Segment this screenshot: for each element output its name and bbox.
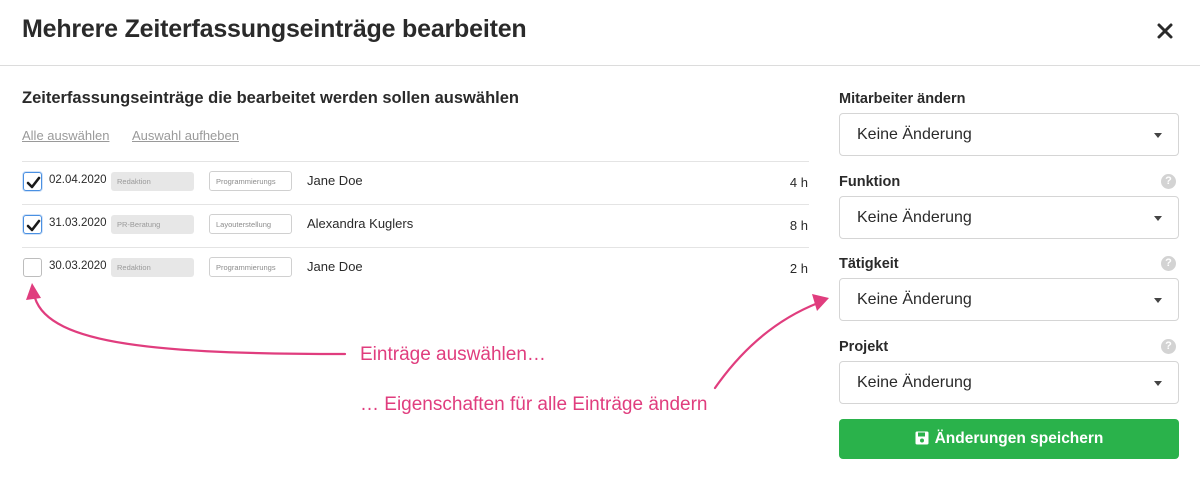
activity-select[interactable]: Keine Änderung — [839, 278, 1179, 321]
caret-down-icon — [1154, 133, 1162, 138]
save-changes-button[interactable]: Änderungen speichern — [839, 419, 1179, 459]
entry-checkbox[interactable] — [23, 258, 42, 277]
entry-checkbox[interactable] — [23, 215, 42, 234]
entry-name: Jane Doe — [307, 173, 363, 188]
entry-tag: PR-Beratung — [111, 215, 194, 234]
help-icon[interactable]: ? — [1161, 256, 1176, 271]
entry-checkbox[interactable] — [23, 172, 42, 191]
project-select-value: Keine Änderung — [857, 374, 972, 391]
help-icon[interactable]: ? — [1161, 174, 1176, 189]
checkmark-icon — [26, 176, 41, 189]
entry-tag: Redaktion — [111, 172, 194, 191]
help-icon[interactable]: ? — [1161, 339, 1176, 354]
employee-select-value: Keine Änderung — [857, 126, 972, 143]
save-button-label: Änderungen speichern — [934, 430, 1104, 447]
entries-heading: Zeiterfassungseinträge die bearbeitet we… — [22, 89, 519, 107]
entry-task: Programmierungs — [209, 257, 292, 277]
entry-row[interactable]: 02.04.2020 Redaktion Programmierungs Jan… — [22, 162, 809, 205]
checkmark-icon — [26, 219, 41, 232]
entry-task: Programmierungs — [209, 171, 292, 191]
entries-list: 02.04.2020 Redaktion Programmierungs Jan… — [22, 161, 809, 291]
entry-date: 30.03.2020 — [49, 260, 107, 272]
employee-label: Mitarbeiter ändern — [839, 91, 966, 107]
entry-tag: Redaktion — [111, 258, 194, 277]
activity-label: Tätigkeit — [839, 256, 899, 272]
entry-hours: 2 h — [789, 261, 808, 276]
entry-name: Alexandra Kuglers — [307, 216, 414, 231]
entry-hours: 4 h — [789, 175, 808, 190]
entry-task: Layouterstellung — [209, 214, 292, 234]
entry-date: 31.03.2020 — [49, 217, 107, 229]
dialog-header: Mehrere Zeiterfassungseinträge bearbeite… — [0, 0, 1200, 66]
function-select-value: Keine Änderung — [857, 209, 972, 226]
entry-hours: 8 h — [789, 218, 808, 233]
employee-select[interactable]: Keine Änderung — [839, 113, 1179, 156]
deselect-all-link[interactable]: Auswahl aufheben — [132, 128, 239, 143]
floppy-disk-icon — [915, 431, 929, 445]
activity-select-value: Keine Änderung — [857, 291, 972, 308]
dialog-title: Mehrere Zeiterfassungseinträge bearbeite… — [22, 15, 527, 43]
entry-date: 02.04.2020 — [49, 174, 107, 186]
caret-down-icon — [1154, 216, 1162, 221]
select-entries-annotation: Einträge auswählen… — [360, 344, 546, 365]
entry-name: Jane Doe — [307, 259, 363, 274]
project-select[interactable]: Keine Änderung — [839, 361, 1179, 404]
caret-down-icon — [1154, 381, 1162, 386]
caret-down-icon — [1154, 298, 1162, 303]
entry-row[interactable]: 30.03.2020 Redaktion Programmierungs Jan… — [22, 248, 809, 291]
close-icon[interactable] — [1153, 19, 1177, 43]
project-label: Projekt — [839, 339, 889, 355]
entry-row[interactable]: 31.03.2020 PR-Beratung Layouterstellung … — [22, 205, 809, 248]
function-label: Funktion — [839, 174, 901, 190]
function-select[interactable]: Keine Änderung — [839, 196, 1179, 239]
select-all-link[interactable]: Alle auswählen — [22, 128, 109, 143]
change-properties-annotation: … Eigenschaften für alle Einträge ändern — [360, 394, 708, 415]
